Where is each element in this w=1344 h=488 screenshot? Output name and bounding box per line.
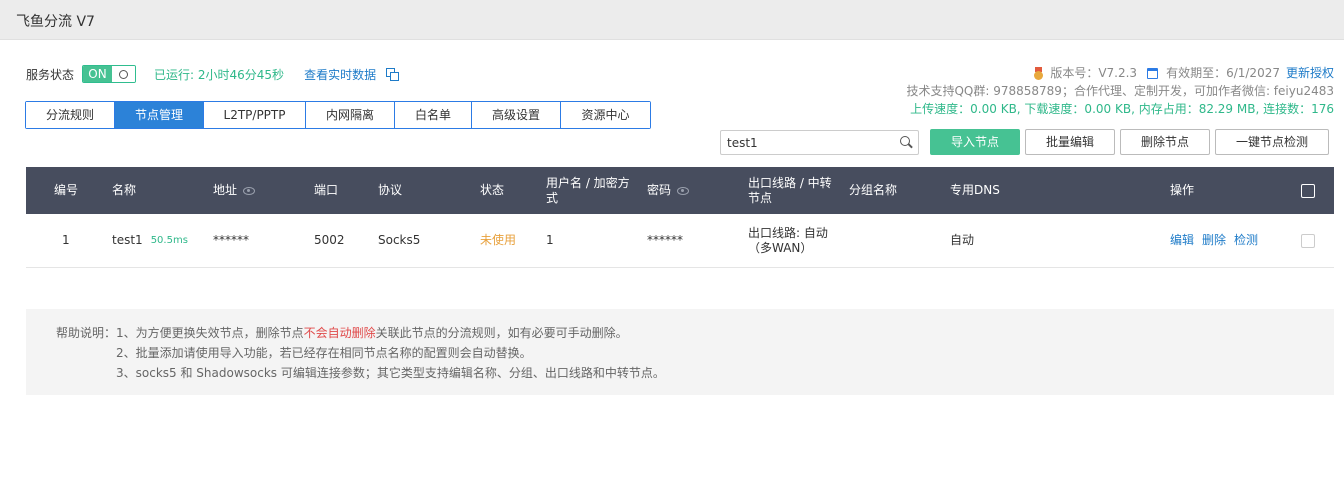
route-wan: （多WAN） bbox=[748, 240, 813, 255]
service-status-row: 服务状态 ON 已运行: 2小时46分45秒 查看实时数据 bbox=[26, 64, 400, 84]
cell-id: 1 bbox=[62, 233, 70, 247]
table-header: 编号 名称 地址 端口 协议 状态 用户名 / 加密方式 密码 出口线路 / 中… bbox=[26, 167, 1334, 214]
help-line-1-warning: 不会自动删除 bbox=[303, 326, 376, 340]
external-window-icon[interactable] bbox=[386, 68, 400, 81]
header-dns: 专用DNS bbox=[950, 183, 1000, 197]
help-notes: 帮助说明：1、为方便更换失效节点，删除节点不会自动删除关联此节点的分流规则，如有… bbox=[26, 309, 1334, 395]
tab-lan-isolation[interactable]: 内网隔离 bbox=[306, 102, 395, 128]
route-line: 出口线路: 自动 bbox=[748, 225, 828, 240]
import-nodes-button[interactable]: 导入节点 bbox=[930, 129, 1020, 155]
cell-ops: 编辑 删除 检测 bbox=[1170, 214, 1266, 267]
toggle-off-circle bbox=[112, 66, 136, 82]
cell-name: test1 50.5ms bbox=[112, 214, 188, 267]
batch-edit-button[interactable]: 批量编辑 bbox=[1025, 129, 1115, 155]
traffic-stats: 上传速度：0.00 KB, 下载速度：0.00 KB, 内存占用：82.29 M… bbox=[910, 102, 1334, 116]
cell-user: 1 bbox=[546, 233, 554, 247]
table-row: 1 test1 50.5ms ****** 5002 Socks5 未使用 1 … bbox=[26, 214, 1334, 268]
help-line-1-suffix: 关联此节点的分流规则，如有必要可手动删除。 bbox=[375, 326, 628, 340]
version-text: 版本号：V7.2.3 bbox=[1050, 66, 1138, 80]
row-select-cell bbox=[1301, 214, 1315, 267]
cell-status: 未使用 bbox=[480, 233, 517, 247]
header-address: 地址 bbox=[213, 167, 256, 214]
cell-port: 5002 bbox=[314, 233, 345, 247]
window-title: 飞鱼分流 V7 bbox=[16, 14, 95, 30]
header-address-label: 地址 bbox=[213, 183, 238, 197]
header-user: 用户名 / 加密方式 bbox=[546, 175, 630, 205]
search-icon[interactable] bbox=[900, 136, 912, 148]
search-input[interactable] bbox=[721, 131, 891, 154]
eye-icon[interactable] bbox=[243, 186, 256, 195]
cell-protocol: Socks5 bbox=[378, 233, 421, 247]
help-line-2: 2、批量添加请使用导入功能，若已经存在相同节点名称的配置则会自动替换。 bbox=[116, 346, 532, 360]
header-protocol: 协议 bbox=[378, 183, 403, 197]
node-name: test1 bbox=[112, 233, 143, 247]
header-password-label: 密码 bbox=[647, 183, 672, 197]
eye-icon[interactable] bbox=[677, 186, 690, 195]
select-all-checkbox[interactable] bbox=[1301, 183, 1315, 198]
realtime-data-link[interactable]: 查看实时数据 bbox=[304, 66, 376, 83]
delete-link[interactable]: 删除 bbox=[1202, 233, 1226, 248]
tab-routing-rules[interactable]: 分流规则 bbox=[26, 102, 115, 128]
check-link[interactable]: 检测 bbox=[1234, 233, 1258, 248]
expiry-text: 有效期至：6/1/2027 bbox=[1166, 66, 1280, 80]
header-group: 分组名称 bbox=[849, 183, 898, 197]
calendar-icon bbox=[1147, 67, 1159, 79]
tab-l2tp-pptp[interactable]: L2TP/PPTP bbox=[204, 102, 306, 128]
header-password: 密码 bbox=[647, 167, 690, 214]
cell-route: 出口线路: 自动 （多WAN） bbox=[748, 214, 828, 267]
header-port: 端口 bbox=[314, 183, 339, 197]
main-tabs: 分流规则 节点管理 L2TP/PPTP 内网隔离 白名单 高级设置 资源中心 bbox=[25, 101, 651, 129]
nodes-table: 编号 名称 地址 端口 协议 状态 用户名 / 加密方式 密码 出口线路 / 中… bbox=[26, 167, 1334, 268]
medal-icon bbox=[1033, 66, 1044, 80]
header-name: 名称 bbox=[112, 183, 137, 197]
search-box bbox=[720, 130, 919, 155]
edit-link[interactable]: 编辑 bbox=[1170, 233, 1194, 248]
header-id: 编号 bbox=[54, 183, 79, 197]
header-status: 状态 bbox=[480, 183, 505, 197]
support-text: 技术支持QQ群: 978858789；合作代理、定制开发，可加作者微信: fei… bbox=[906, 84, 1334, 98]
cell-address: ****** bbox=[213, 233, 249, 247]
header-ops: 操作 bbox=[1170, 183, 1195, 197]
check-all-nodes-button[interactable]: 一键节点检测 bbox=[1215, 129, 1329, 155]
row-checkbox[interactable] bbox=[1301, 233, 1315, 248]
cell-dns: 自动 bbox=[950, 233, 975, 247]
toggle-on-label: ON bbox=[83, 66, 113, 82]
tab-node-management[interactable]: 节点管理 bbox=[115, 102, 204, 128]
help-line-1-prefix: 帮助说明：1、为方便更换失效节点，删除节点 bbox=[56, 326, 304, 340]
service-toggle[interactable]: ON bbox=[82, 65, 137, 83]
cell-password: ****** bbox=[647, 233, 683, 247]
tab-resource-center[interactable]: 资源中心 bbox=[561, 102, 650, 128]
service-status-label: 服务状态 bbox=[26, 67, 75, 82]
select-all-cell bbox=[1301, 167, 1315, 214]
help-line-1: 帮助说明：1、为方便更换失效节点，删除节点不会自动删除关联此节点的分流规则，如有… bbox=[56, 324, 628, 341]
delete-nodes-button[interactable]: 删除节点 bbox=[1120, 129, 1210, 155]
help-line-3: 3、socks5 和 Shadowsocks 可编辑连接参数；其它类型支持编辑名… bbox=[116, 366, 665, 380]
tab-whitelist[interactable]: 白名单 bbox=[395, 102, 472, 128]
system-info: 版本号：V7.2.3 有效期至：6/1/2027 更新授权 技术支持QQ群: 9… bbox=[906, 64, 1334, 118]
header-route: 出口线路 / 中转节点 bbox=[748, 175, 832, 205]
latency-badge: 50.5ms bbox=[150, 235, 188, 246]
uptime-text: 已运行: 2小时46分45秒 bbox=[154, 67, 285, 82]
update-license-link[interactable]: 更新授权 bbox=[1286, 64, 1334, 82]
tab-advanced-settings[interactable]: 高级设置 bbox=[472, 102, 561, 128]
title-bar: 飞鱼分流 V7 bbox=[0, 0, 1344, 40]
